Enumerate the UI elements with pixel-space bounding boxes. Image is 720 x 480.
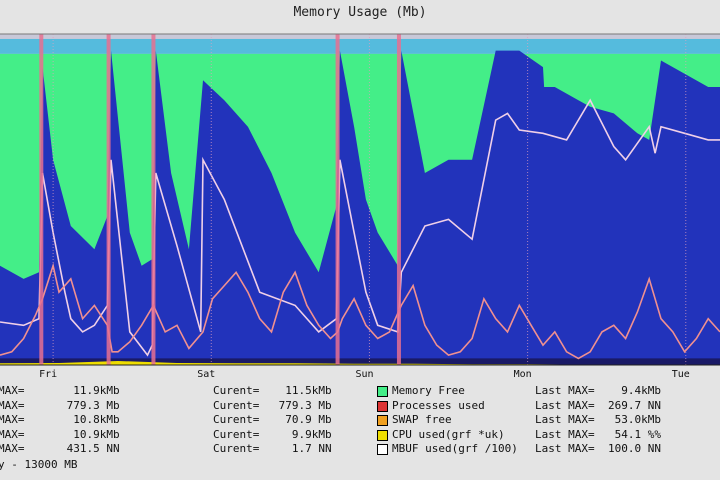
last-stat-value-0: 9.4kMb [608,384,661,397]
x-tick-fri: Fri [39,369,57,380]
left-stat-label-2: MAX= [0,413,25,426]
last-stat-value-3: 54.1 %% [608,427,661,441]
restart-marker-0 [39,34,44,365]
legend-label-3: CPU used(grf *uk) [392,427,505,441]
current-stat-value-3: 9.9kMb [272,427,332,441]
last-stat-value-1: 269.7 NN [608,398,661,412]
left-stat-label-1: MAX= [0,398,25,412]
footer-scale: y - 13000 MB [0,458,78,471]
current-stat-label-1: Curent= [213,398,260,412]
last-stat-label-4: Last MAX= [535,442,595,455]
left-stat-value-2: 10.8kMb [60,413,120,426]
restart-marker-3 [335,34,340,365]
current-stat-label-3: Curent= [213,427,260,441]
last-stat-label-1: Last MAX= [535,398,595,412]
current-stat-value-1: 779.3 Mb [272,398,332,412]
legend-label-2: SWAP free [392,413,452,426]
current-stat-value-4: 1.7 NN [272,442,332,455]
left-stat-value-3: 10.9kMb [60,427,120,441]
last-stat-label-0: Last MAX= [535,384,595,397]
legend-label-1: Processes used [392,398,485,412]
x-tick-tue: Tue [672,369,690,380]
current-stat-label-2: Curent= [213,413,260,426]
chart-title: Memory Usage (Mb) [293,5,427,20]
legend-swatch-2 [377,415,388,426]
last-stat-label-2: Last MAX= [535,413,595,426]
legend-swatch-1 [377,400,388,412]
last-stat-label-3: Last MAX= [535,427,595,441]
legend-label-0: Memory Free [392,384,465,397]
left-stat-label-4: MAX= [0,442,25,455]
legend-label-4: MBUF used(grf /100) [392,442,518,455]
current-stat-value-2: 70.9 Mb [272,413,332,426]
left-stat-label-0: MAX= [0,384,25,397]
current-stat-value-0: 11.5kMb [272,384,332,397]
x-tick-mon: Mon [514,369,532,380]
legend-swatch-3 [377,429,388,441]
last-stat-value-2: 53.0kMb [608,413,661,426]
left-stat-value-0: 11.9kMb [60,384,120,397]
left-stat-value-1: 779.3 Mb [60,398,120,412]
restart-marker-4 [396,34,401,365]
current-stat-label-4: Curent= [213,442,260,455]
legend-swatch-0 [377,386,388,397]
last-stat-value-4: 100.0 NN [608,442,661,455]
current-stat-label-0: Curent= [213,384,260,397]
restart-marker-2 [151,34,156,365]
x-tick-sun: Sun [355,369,373,380]
legend-swatch-4 [377,444,388,455]
restart-marker-1 [106,34,111,365]
x-tick-sat: Sat [197,369,215,380]
left-stat-value-4: 431.5 NN [60,442,120,455]
left-stat-label-3: MAX= [0,427,25,441]
